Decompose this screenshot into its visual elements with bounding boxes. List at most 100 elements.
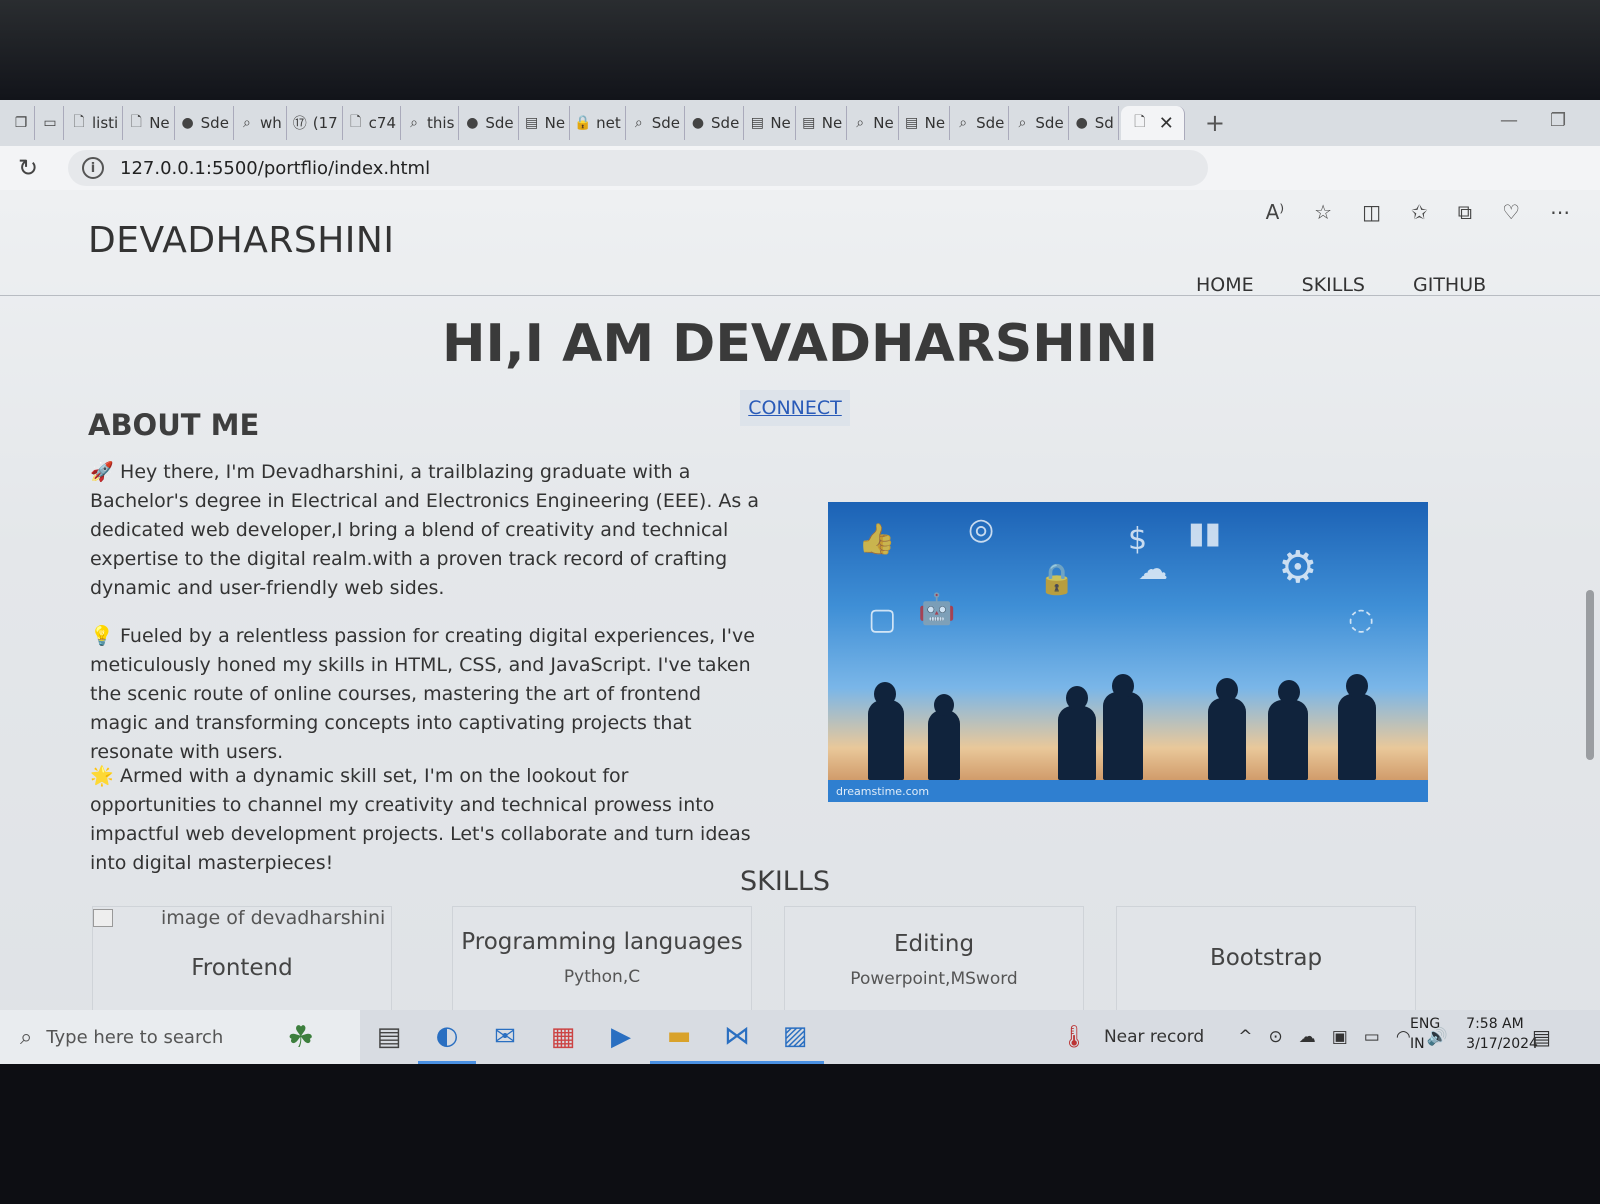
taskbar-search[interactable]: ⌕ Type here to search ☘ (0, 1010, 360, 1064)
vscode-icon[interactable]: ⋈ (708, 1010, 766, 1064)
thumbs-up-icon: 👍 (858, 522, 896, 557)
nav-github-link[interactable]: GITHUB (1413, 274, 1486, 296)
browser-tab[interactable]: ⑰ (17 (287, 106, 343, 140)
browser-tab[interactable]: ● Sde (459, 106, 519, 140)
browser-tab[interactable]: ⌕ Ne (847, 106, 899, 140)
image-watermark: dreamstime.com (836, 785, 930, 798)
media-player-icon[interactable]: ▶ (592, 1010, 650, 1064)
mail-icon[interactable]: ✉ (476, 1010, 534, 1064)
silhouette-head (1066, 686, 1088, 710)
restore-icon[interactable]: ❐ (1550, 110, 1566, 131)
tab-label: Ne (924, 114, 946, 132)
minimize-icon[interactable]: — (1500, 110, 1518, 131)
browser-tab[interactable]: ▤ Ne (796, 106, 848, 140)
workspaces-button[interactable]: ❐ (8, 106, 35, 140)
notification-icon[interactable]: ▤ (1532, 1025, 1551, 1049)
page-icon: 🗋 (350, 114, 362, 130)
vertical-scrollbar[interactable] (1586, 590, 1594, 760)
tab-actions-icon: ▭ (43, 115, 57, 131)
favorite-star-icon[interactable]: ☆ (1314, 200, 1332, 224)
language-top: ENG (1410, 1016, 1441, 1032)
store-icon[interactable]: ▦ (534, 1010, 592, 1064)
browser-essentials-icon[interactable]: ♡ (1502, 200, 1520, 224)
weather-text[interactable]: Near record (1104, 1027, 1204, 1047)
browser-tab[interactable]: 🗋 Ne (123, 106, 175, 140)
task-view-icon[interactable]: ▤ (360, 1010, 418, 1064)
browser-tab[interactable]: ⌕ Sde (1009, 106, 1069, 140)
connect-link[interactable]: CONNECT (740, 390, 850, 426)
reload-icon[interactable]: ↻ (6, 154, 50, 182)
browser-tab[interactable]: ● Sd (1069, 106, 1119, 140)
new-tab-button[interactable]: + (1205, 109, 1225, 137)
silhouette (1338, 694, 1376, 780)
clock-date: 3/17/2024 (1466, 1036, 1538, 1052)
edge-browser-icon[interactable]: ◐ (418, 1010, 476, 1064)
about-text: Armed with a dynamic skill set, I'm on t… (90, 765, 751, 874)
system-tray: 🌡 Near record ^ ⊙ ☁ ▣ ▭ ◠ 🔊 (1060, 1025, 1448, 1050)
gear-icon: ⚙ (1278, 542, 1318, 593)
browser-tab[interactable]: ⌕ wh (234, 106, 287, 140)
rocket-icon: 🚀 (90, 461, 114, 483)
spiral-icon: ◌ (1348, 602, 1375, 637)
silhouette (928, 710, 960, 780)
skills-title: SKILLS (739, 866, 831, 897)
active-tab[interactable]: 🗋 ✕ (1120, 106, 1185, 140)
file-explorer-icon[interactable]: ▬ (650, 1010, 708, 1064)
skill-name: Programming languages (461, 929, 743, 955)
silhouette-head (1346, 674, 1368, 698)
display-icon[interactable]: ▣ (1332, 1027, 1348, 1047)
about-paragraph: 💡 Fueled by a relentless passion for cre… (90, 622, 760, 767)
nav-home-link[interactable]: HOME (1196, 274, 1254, 296)
site-info-icon[interactable]: i (82, 157, 104, 179)
split-screen-icon[interactable]: ◫ (1362, 200, 1381, 224)
browser-tab[interactable]: 🔒 net (570, 106, 626, 140)
form-icon: ▤ (905, 115, 919, 131)
browser-tab[interactable]: 🗋 listi (66, 106, 124, 140)
close-tab-icon[interactable]: ✕ (1159, 113, 1174, 134)
collections-icon[interactable]: ⧉ (1458, 200, 1472, 224)
browser-tab[interactable]: ▤ Ne (744, 106, 796, 140)
bar-chart-icon: ▮▮ (1188, 516, 1222, 551)
browser-tab[interactable]: ⌕ Sde (950, 106, 1010, 140)
favorites-icon[interactable]: ✩ (1411, 200, 1428, 224)
skill-name: Editing (893, 931, 975, 957)
clock-area[interactable]: ENG 7:58 AM IN 3/17/2024 (1410, 1016, 1538, 1052)
url-text[interactable]: 127.0.0.1:5500/portflio/index.html (120, 158, 430, 179)
browser-tab[interactable]: ● Sde (175, 106, 234, 140)
language-bottom: IN (1410, 1036, 1425, 1052)
tab-label: Ne (544, 114, 566, 132)
address-bar[interactable]: i 127.0.0.1:5500/portflio/index.html (68, 150, 1208, 186)
onedrive-icon[interactable]: ☁ (1299, 1027, 1316, 1047)
browser-tab[interactable]: ▤ Ne (519, 106, 571, 140)
tab-label: Sde (485, 114, 514, 132)
tab-actions-button[interactable]: ▭ (37, 106, 64, 140)
tab-label: net (596, 114, 621, 132)
wifi-icon[interactable]: ◠ (1396, 1027, 1411, 1047)
tab-strip: ❐ ▭ 🗋 listi 🗋 Ne ● Sde ⌕ wh ⑰ (17 🗋 c74 ⌕ this ● Sde ▤ Ne… (0, 100, 1600, 146)
chevron-up-icon[interactable]: ^ (1238, 1027, 1252, 1047)
photo-bezel-bottom (0, 1064, 1600, 1204)
taskbar-search-placeholder[interactable]: Type here to search (46, 1027, 223, 1048)
page-icon: 🗋 (130, 114, 142, 130)
tray-app-icon[interactable]: ⊙ (1268, 1027, 1282, 1047)
browser-tab[interactable]: ● Sde (685, 106, 745, 140)
lock-icon: 🔒 (1038, 562, 1076, 597)
browser-tab[interactable]: 🗋 c74 (343, 106, 402, 140)
github-icon: ● (1075, 115, 1088, 131)
site-brand: DEVADHARSHINI (88, 220, 395, 261)
nav-skills-link[interactable]: SKILLS (1302, 274, 1365, 296)
read-aloud-icon[interactable]: A⁾ (1266, 200, 1285, 224)
browser-tab[interactable]: ⌕ this (401, 106, 460, 140)
browser-tab[interactable]: ⌕ Sde (626, 106, 686, 140)
more-options-icon[interactable]: ⋯ (1550, 200, 1570, 224)
browser-tab[interactable]: ▤ Ne (899, 106, 951, 140)
battery-icon[interactable]: ▭ (1364, 1027, 1380, 1047)
tab-label: c74 (368, 114, 397, 132)
silhouette (1058, 706, 1096, 780)
photos-icon[interactable]: ▨ (766, 1010, 824, 1064)
tab-label: Sde (976, 114, 1005, 132)
search-icon: ⌕ (634, 115, 643, 131)
tab-label: listi (92, 114, 119, 132)
screen: ❐ ▭ 🗋 listi 🗋 Ne ● Sde ⌕ wh ⑰ (17 🗋 c74 ⌕ this ● Sde ▤ Ne… (0, 100, 1600, 1090)
lightbulb-icon: 💡 (90, 625, 114, 647)
